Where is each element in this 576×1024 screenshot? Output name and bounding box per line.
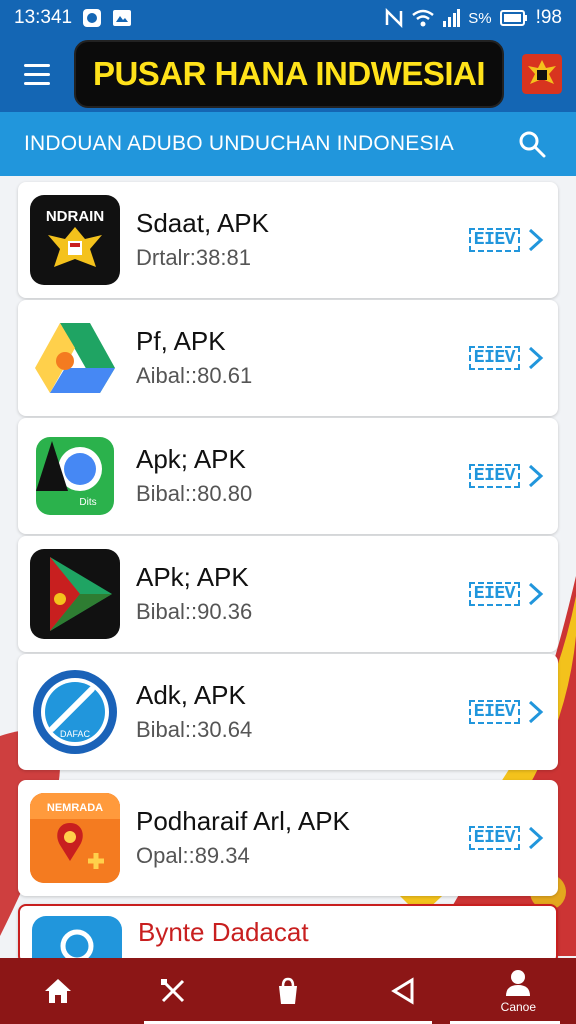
category-title: INDOUAN ADUBO UNDUCHAN INDONESIA	[24, 132, 454, 155]
list-item[interactable]: Bynte Dadacat	[18, 904, 558, 976]
download-label: EIEV	[468, 826, 520, 850]
download-label: EIEV	[468, 346, 520, 370]
notification-icon	[82, 8, 102, 28]
app-meta: Opal::89.34	[136, 843, 250, 868]
drive-app-icon	[30, 313, 120, 403]
chevron-right-icon	[528, 826, 544, 850]
nav-account-label: Canoe	[500, 1000, 537, 1014]
nav-tools[interactable]	[138, 961, 208, 1021]
nfc-icon	[384, 8, 404, 28]
home-icon	[44, 979, 71, 1003]
app-meta: Drtalr:38:81	[136, 245, 251, 270]
chevron-right-icon	[528, 582, 544, 606]
status-time: 13:341	[14, 7, 73, 28]
bag-icon	[278, 977, 297, 1004]
download-button[interactable]: EIEV	[468, 345, 546, 371]
bottom-nav: Canoe	[0, 958, 576, 1024]
download-label: EIEV	[468, 228, 520, 252]
download-button[interactable]: EIEV	[468, 581, 546, 607]
signal-percent: S%	[468, 9, 492, 27]
nav-home[interactable]	[23, 961, 93, 1021]
download-label: EIEV	[468, 464, 520, 488]
app-name: Sdaat, APK	[136, 208, 269, 238]
person-icon	[506, 970, 531, 996]
app-name: APk; APK	[136, 562, 249, 592]
app-icon-text: NEMRADA	[47, 802, 103, 814]
app-name: Apk; APK	[136, 444, 246, 474]
download-button[interactable]: EIEV	[468, 227, 546, 253]
app-name: Adk, APK	[136, 680, 246, 710]
download-button[interactable]: EIEV	[468, 463, 546, 489]
category-header: INDOUAN ADUBO UNDUCHAN INDONESIA	[0, 112, 576, 176]
garuda-app-icon: NDRAIN	[30, 195, 120, 285]
app-icon-text: Dits	[79, 497, 96, 508]
list-item[interactable]: Dits Apk; APK Bibal::80.80 EIEV	[18, 418, 558, 534]
gallery-notification-icon	[112, 8, 132, 28]
download-label: EIEV	[468, 582, 520, 606]
browser-app-icon: DAFAC	[30, 667, 120, 757]
app-name: Podharaif Arl, APK	[136, 806, 350, 836]
chevron-right-icon	[528, 700, 544, 724]
nav-back[interactable]	[368, 961, 438, 1021]
download-button[interactable]: EIEV	[468, 699, 546, 725]
app-meta: Aibal::80.61	[136, 363, 253, 388]
tools-icon	[160, 979, 184, 1003]
list-item[interactable]: NDRAIN Sdaat, APK Drtalr:38:81 EIEV	[18, 182, 558, 298]
nav-bag[interactable]	[253, 961, 323, 1021]
list-item[interactable]: NEMRADA Podharaif Arl, APK Opal::89.34 E…	[18, 780, 558, 896]
garuda-emblem-icon	[522, 54, 562, 94]
hamburger-icon[interactable]	[14, 51, 60, 97]
list-item[interactable]: APk; APK Bibal::90.36 EIEV	[18, 536, 558, 652]
app-icon-text: DAFAC	[60, 729, 91, 739]
list-item[interactable]: Pf, APK Aibal::80.61 EIEV	[18, 300, 558, 416]
wifi-icon	[412, 9, 435, 27]
battery-icon	[499, 10, 528, 26]
apk-list: NDRAIN Sdaat, APK Drtalr:38:81 EIEV Pf, …	[18, 182, 558, 976]
maps-app-icon: NEMRADA	[30, 793, 120, 883]
app-name: Pf, APK	[136, 326, 226, 356]
app-meta: Bibal::90.36	[136, 599, 253, 624]
battery-level: !98	[535, 7, 562, 28]
app-name: Bynte Dadacat	[138, 917, 309, 947]
chevron-right-icon	[528, 346, 544, 370]
download-label: EIEV	[468, 700, 520, 724]
download-button[interactable]: EIEV	[468, 825, 546, 851]
app-icon-text: NDRAIN	[46, 208, 104, 225]
chevron-right-icon	[528, 228, 544, 252]
signal-icon	[442, 9, 461, 27]
app-title: PUSAR HANA INDWESIAI	[92, 55, 486, 92]
nav-account[interactable]: Canoe	[483, 961, 553, 1021]
app-bar: PUSAR HANA INDWESIAI	[0, 36, 576, 112]
messages-app-icon: Dits	[30, 431, 120, 521]
play-app-icon	[30, 549, 120, 639]
back-icon	[391, 977, 414, 1005]
app-meta: Bibal::80.80	[136, 481, 253, 506]
app-meta: Bibal::30.64	[136, 717, 253, 742]
app-title-banner: PUSAR HANA INDWESIAI	[74, 40, 504, 108]
list-item[interactable]: DAFAC Adk, APK Bibal::30.64 EIEV	[18, 654, 558, 770]
search-icon[interactable]	[512, 124, 552, 164]
status-bar: 13:341 S% !98	[0, 0, 576, 36]
chevron-right-icon	[528, 464, 544, 488]
